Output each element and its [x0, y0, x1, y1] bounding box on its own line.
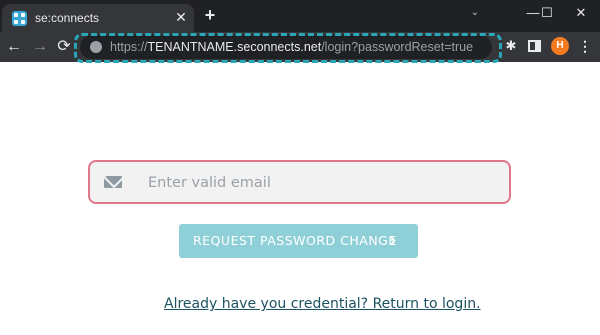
browser-tab[interactable]: se:connects ✕ [2, 4, 194, 32]
envelope-icon [104, 176, 122, 188]
browser-menu-icon[interactable]: ⋮ [578, 38, 592, 54]
request-password-change-button[interactable]: REQUEST PASSWORD CHANGE › [179, 224, 418, 258]
forward-button[interactable]: → [30, 37, 50, 57]
reload-button[interactable]: ⟳ [54, 37, 74, 57]
url-scheme: https:// [110, 40, 148, 54]
site-favicon-icon [12, 11, 27, 26]
email-input[interactable] [148, 171, 488, 195]
maximize-button[interactable]: ☐ [531, 2, 563, 24]
side-panel-icon[interactable] [528, 40, 541, 52]
new-tab-button[interactable]: + [202, 6, 218, 24]
url-host: TENANTNAME.seconnects.net [147, 40, 322, 54]
close-window-button[interactable]: ✕ [565, 2, 597, 24]
site-info-icon[interactable] [90, 41, 102, 53]
tab-strip: se:connects ✕ + ⌄ — ☐ ✕ [0, 0, 600, 32]
back-button[interactable]: ← [4, 37, 24, 57]
url-text[interactable]: https://TENANTNAME.seconnects.net/login?… [110, 40, 473, 54]
return-to-login-link[interactable]: Already have you credential? Return to l… [164, 296, 481, 312]
request-button-label: REQUEST PASSWORD CHANGE [193, 233, 397, 248]
tab-close-icon[interactable]: ✕ [174, 10, 188, 24]
tab-title: se:connects [35, 11, 100, 25]
email-field[interactable] [88, 160, 511, 204]
address-bar[interactable]: https://TENANTNAME.seconnects.net/login?… [80, 35, 492, 59]
tab-search-icon[interactable]: ⌄ [464, 3, 486, 23]
url-path: /login?passwordReset=true [321, 40, 474, 54]
extensions-icon[interactable]: ✱ [503, 38, 519, 54]
profile-avatar[interactable]: H [551, 37, 569, 55]
chevron-right-icon: › [390, 230, 396, 250]
